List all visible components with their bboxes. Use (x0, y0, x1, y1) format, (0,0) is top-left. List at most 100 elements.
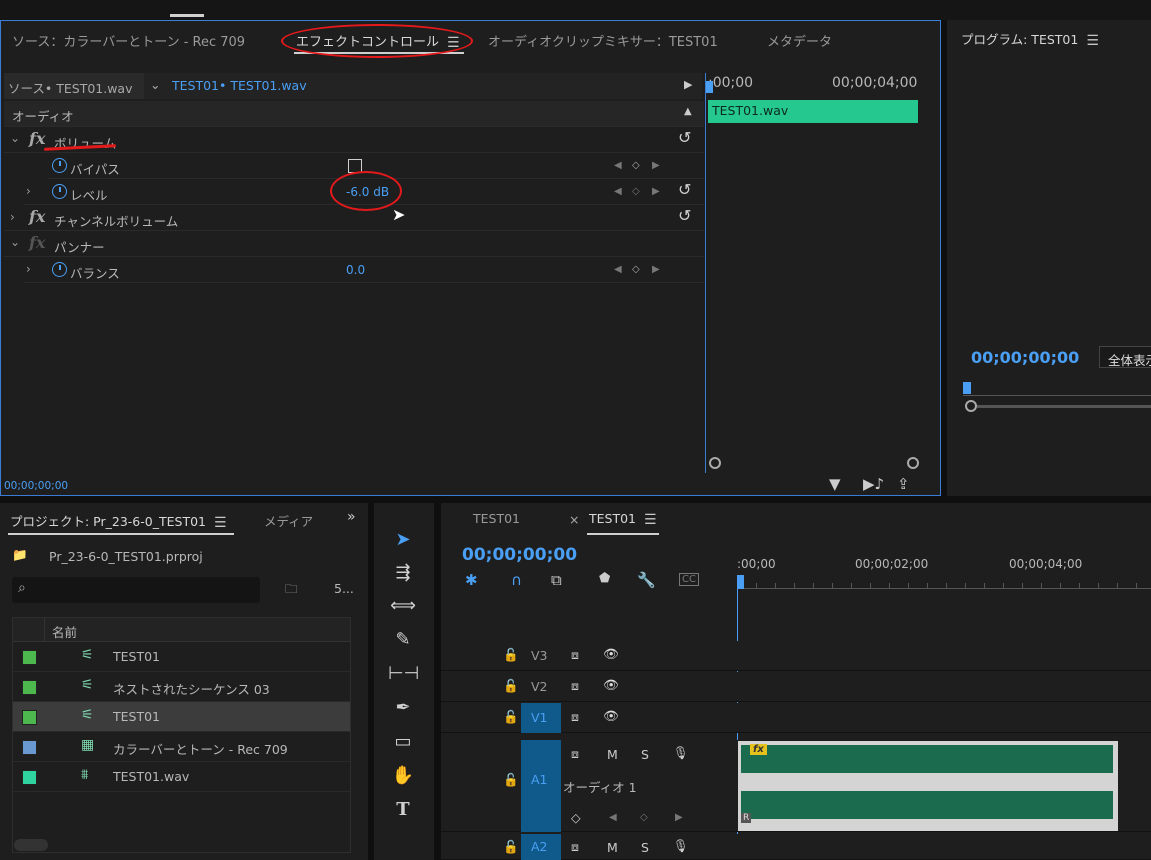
fx-icon[interactable]: fx (29, 129, 45, 148)
type-tool-icon[interactable]: T (388, 796, 418, 824)
prev-keyframe-icon[interactable]: ◀ (609, 812, 617, 823)
timeline-playhead[interactable] (737, 575, 744, 589)
chevron-down-icon[interactable]: ⌄ (10, 131, 20, 145)
sync-lock-icon[interactable]: ⧈ (571, 839, 579, 855)
chevron-right-icon[interactable]: › (26, 262, 31, 276)
scroll-handle-right[interactable] (907, 457, 919, 469)
eye-icon[interactable]: 👁 (603, 646, 619, 662)
play-triangle-icon[interactable]: ▶ (684, 78, 692, 91)
rectangle-tool-icon[interactable]: ▭ (388, 728, 418, 756)
source-patch-v1[interactable]: V1 (521, 703, 561, 733)
hand-tool-icon[interactable]: ✋ (388, 762, 418, 790)
lock-icon[interactable]: 🔓 (503, 678, 519, 694)
timeline-timecode[interactable]: 00;00;00;00 (462, 545, 577, 565)
program-scrollbar[interactable] (977, 405, 1151, 408)
sync-lock-icon[interactable]: ⧈ (571, 678, 579, 694)
track-label-v2[interactable]: V2 (531, 679, 548, 694)
next-keyframe-icon[interactable]: ▶ (675, 812, 683, 823)
chevron-down-icon[interactable]: ⌄ (150, 77, 160, 92)
fx-icon-disabled[interactable]: fx (29, 233, 45, 252)
sequence-selector[interactable]: TEST01• TEST01.wav (172, 78, 307, 93)
next-keyframe-icon[interactable]: ▶ (652, 264, 660, 275)
source-selector[interactable]: ソース• TEST01.wav (4, 73, 144, 99)
add-keyframe-icon[interactable]: ◇ (640, 812, 648, 823)
selection-tool-icon[interactable]: ➤ (388, 526, 418, 554)
captions-icon[interactable]: CC (679, 573, 699, 586)
linked-selection-icon[interactable]: ⧉ (551, 571, 562, 589)
nest-icon[interactable]: ✱ (465, 571, 478, 589)
prev-keyframe-icon[interactable]: ◀ (614, 186, 622, 197)
list-item[interactable]: ⩩ TEST01.wav (13, 762, 350, 792)
chevron-right-icon[interactable]: › (10, 210, 15, 224)
list-item[interactable]: ⚟ TEST01 (13, 642, 350, 672)
lock-icon[interactable]: 🔓 (503, 709, 519, 725)
solo-button[interactable]: S (641, 840, 649, 855)
collapse-icon[interactable]: ▲ (684, 106, 692, 117)
zoom-slider[interactable] (14, 839, 48, 851)
export-icon[interactable]: ⇪ (897, 475, 910, 493)
search-field[interactable]: ⌕ (12, 577, 260, 603)
timeline-ruler[interactable]: :00;00 00;00;02;00 00;00;04;00 (737, 553, 1151, 591)
label-color-swatch[interactable] (22, 770, 37, 785)
mute-button[interactable]: M (607, 840, 618, 855)
reset-icon[interactable]: ↺ (678, 206, 691, 225)
stopwatch-icon[interactable] (52, 184, 67, 199)
track-label-v3[interactable]: V3 (531, 648, 548, 663)
tab-audio-clip-mixer[interactable]: オーディオクリップミキサー：TEST01 (488, 31, 718, 50)
tab-source[interactable]: ソース：カラーバーとトーン - Rec 709 (12, 31, 245, 50)
list-item[interactable]: ⚟ ネストされたシーケンス 03 (13, 672, 350, 702)
prev-keyframe-icon[interactable]: ◀ (614, 264, 622, 275)
timeline-tab-2[interactable]: TEST01 ☰ (589, 511, 657, 528)
audio-clip-a1[interactable]: fx R (738, 741, 1118, 831)
stopwatch-icon[interactable] (52, 262, 67, 277)
snap-icon[interactable]: ∩ (511, 571, 522, 589)
reset-icon[interactable]: ↺ (678, 180, 691, 199)
column-name-header[interactable]: 名前 (52, 622, 77, 641)
eye-icon[interactable]: 👁 (603, 677, 619, 693)
label-color-swatch[interactable] (22, 740, 37, 755)
program-title[interactable]: プログラム: TEST01 ☰ (961, 29, 1099, 49)
keyframe-menu-icon[interactable]: ◇ (571, 810, 581, 825)
microphone-icon[interactable]: 🎙 (673, 838, 689, 854)
fit-dropdown[interactable]: 全体表示 (1099, 346, 1151, 368)
lock-icon[interactable]: 🔓 (503, 647, 519, 663)
fx-icon[interactable]: fx (29, 207, 45, 226)
lock-icon[interactable]: 🔓 (503, 772, 519, 788)
program-scroll-handle[interactable] (965, 400, 977, 412)
pen-tool-icon[interactable]: ✒ (388, 694, 418, 722)
reset-icon[interactable]: ↺ (678, 128, 691, 147)
panel-menu-icon[interactable]: ☰ (214, 515, 227, 531)
razor-tool-icon[interactable]: ✎ (388, 626, 418, 654)
list-item[interactable]: ⚟ TEST01 (13, 702, 350, 732)
scroll-handle-left[interactable] (709, 457, 721, 469)
source-patch-a2[interactable]: A2 (521, 834, 561, 860)
prev-keyframe-icon[interactable]: ◀ (614, 160, 622, 171)
find-bin-icon[interactable]: 🗀 (285, 580, 298, 601)
program-timecode[interactable]: 00;00;00;00 (971, 348, 1079, 367)
mini-playhead[interactable] (706, 81, 713, 93)
solo-button[interactable]: S (641, 747, 649, 762)
lock-icon[interactable]: 🔓 (503, 839, 519, 855)
filter-icon[interactable]: ▼ (829, 475, 841, 493)
label-color-swatch[interactable] (22, 710, 37, 725)
track-select-tool-icon[interactable]: ⇶ (388, 559, 418, 587)
sync-lock-icon[interactable]: ⧈ (571, 746, 579, 762)
source-patch-a1[interactable]: A1 (521, 740, 561, 832)
slip-tool-icon[interactable]: ⊢⊣ (388, 660, 419, 688)
list-item[interactable]: ▦ カラーバーとトーン - Rec 709 (13, 732, 350, 762)
settings-wrench-icon[interactable]: 🔧 (637, 571, 656, 589)
panel-menu-icon[interactable]: ☰ (644, 512, 657, 528)
play-audio-icon[interactable]: ▶♪ (863, 475, 884, 493)
project-tab[interactable]: プロジェクト: Pr_23-6-0_TEST01 ☰ (10, 511, 227, 531)
more-panels-icon[interactable]: » (347, 509, 356, 525)
timeline-tab-1[interactable]: TEST01 (473, 511, 520, 526)
fx-badge[interactable]: fx (750, 744, 767, 755)
label-color-swatch[interactable] (22, 680, 37, 695)
add-marker-icon[interactable]: ⬟ (599, 571, 610, 586)
effect-row-volume[interactable]: ⌄ fx ボリューム ↺ (4, 127, 704, 153)
chevron-right-icon[interactable]: › (26, 184, 31, 198)
chevron-down-icon[interactable]: ⌄ (10, 235, 20, 249)
add-keyframe-icon[interactable]: ◇ (632, 160, 640, 171)
stopwatch-icon[interactable] (52, 158, 67, 173)
balance-value[interactable]: 0.0 (346, 263, 365, 277)
